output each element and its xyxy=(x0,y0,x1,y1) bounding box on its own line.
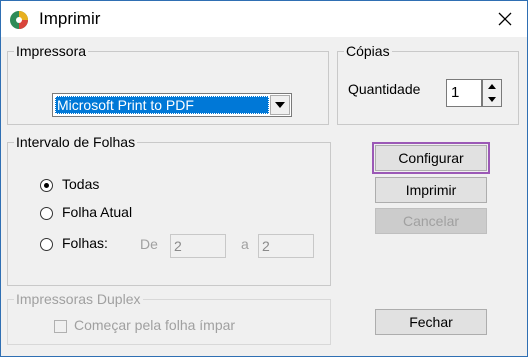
configure-button[interactable]: Configurar xyxy=(372,142,490,174)
close-window-button[interactable] xyxy=(485,3,525,35)
odd-page-checkbox-label[interactable]: Começar pela folha ímpar xyxy=(74,317,235,333)
from-label: De xyxy=(140,236,158,252)
arrow-up-icon xyxy=(488,84,496,89)
to-field[interactable]: 2 xyxy=(258,234,314,258)
page-range-group-label: Intervalo de Folhas xyxy=(14,133,138,151)
print-dialog: Imprimir Impressora Microsoft Print to P… xyxy=(0,0,528,357)
page-range-group: Intervalo de Folhas Todas Folha Atual Fo… xyxy=(7,133,331,286)
print-button[interactable]: Imprimir xyxy=(375,177,487,203)
quantity-input[interactable]: 1 xyxy=(446,79,482,107)
printer-select-value: Microsoft Print to PDF xyxy=(55,96,269,114)
quantity-stepper[interactable] xyxy=(482,79,502,107)
close-icon xyxy=(498,12,512,26)
radio-current-sheet[interactable] xyxy=(40,207,53,220)
cancel-button[interactable]: Cancelar xyxy=(375,208,487,234)
quantity-label: Quantidade xyxy=(348,81,421,97)
window-title: Imprimir xyxy=(39,9,101,28)
chevron-down-icon xyxy=(275,102,285,108)
radio-sheets-label[interactable]: Folhas: xyxy=(62,235,108,251)
printer-app-icon xyxy=(9,10,29,30)
copies-group: Cópias Quantidade 1 xyxy=(337,42,519,125)
spin-down-button[interactable] xyxy=(483,93,501,106)
radio-sheets[interactable] xyxy=(40,238,53,251)
copies-group-label: Cópias xyxy=(344,42,392,60)
duplex-group-label: Impressoras Duplex xyxy=(14,290,143,308)
arrow-down-icon xyxy=(488,97,496,102)
printer-select[interactable]: Microsoft Print to PDF xyxy=(52,93,292,117)
printer-group-label: Impressora xyxy=(14,42,89,60)
radio-all[interactable] xyxy=(40,179,53,192)
printer-group: Impressora Microsoft Print to PDF xyxy=(7,42,329,125)
close-button[interactable]: Fechar xyxy=(375,309,487,335)
odd-page-checkbox[interactable] xyxy=(54,320,67,333)
radio-all-label[interactable]: Todas xyxy=(62,176,99,192)
dropdown-button[interactable] xyxy=(270,95,290,115)
spin-up-button[interactable] xyxy=(483,80,501,93)
duplex-group: Impressoras Duplex Começar pela folha ím… xyxy=(7,290,331,345)
radio-current-sheet-label[interactable]: Folha Atual xyxy=(62,204,132,220)
to-label: a xyxy=(241,236,249,252)
from-field[interactable]: 2 xyxy=(170,234,226,258)
title-bar: Imprimir xyxy=(1,1,527,37)
